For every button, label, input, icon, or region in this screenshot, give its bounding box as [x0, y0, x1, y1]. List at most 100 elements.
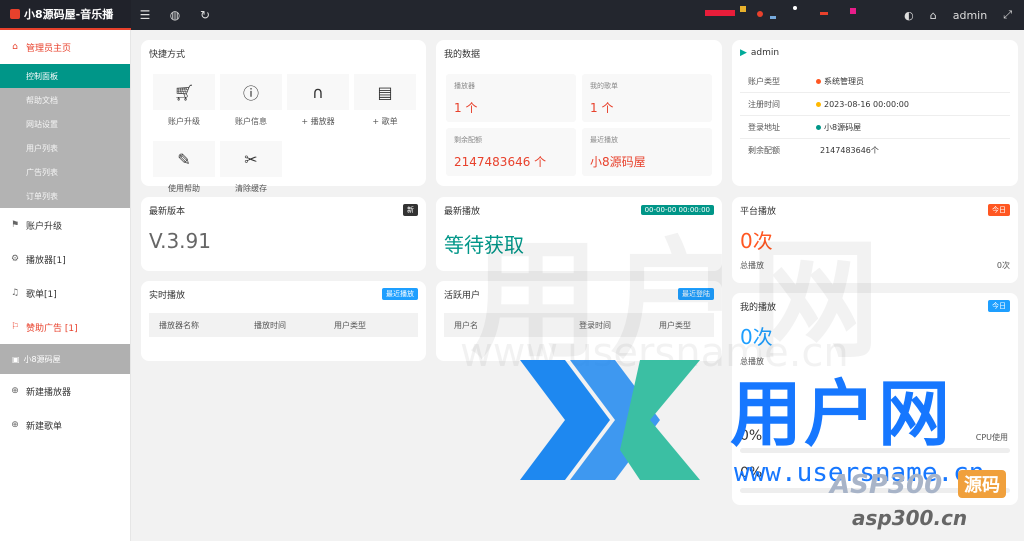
column-header: 播放器名称: [159, 320, 199, 330]
sidebar-item-help-docs[interactable]: 帮助文档: [0, 88, 130, 112]
headphones-icon: ∩: [287, 74, 349, 110]
quick-label: 账户信息: [235, 117, 267, 126]
sidebar-item-dashboard[interactable]: 控制面板: [0, 64, 130, 88]
asp-watermark-url: asp300.cn: [852, 506, 968, 530]
quick-label: + 歌单: [372, 117, 398, 126]
user-name[interactable]: admin: [953, 9, 987, 22]
quick-add-player-button[interactable]: ∩ + 播放器: [287, 74, 349, 136]
sidebar-item-label: 管理员主页: [26, 43, 72, 54]
stat-songlists: 我的歌单 1 个: [582, 74, 712, 122]
account-key: 账户类型: [748, 76, 780, 86]
today-badge: 今日: [988, 300, 1010, 312]
theme-icon[interactable]: ◐: [904, 9, 914, 22]
sidebar-item-label: 播放器[1]: [26, 255, 66, 266]
sidebar-item-label: 账户升级: [26, 221, 63, 232]
account-value: 系统管理员: [824, 76, 864, 86]
table-header: 播放器名称 播放时间 用户类型: [149, 313, 418, 337]
stat-quota: 剩余配额 2147483646 个: [446, 128, 576, 176]
status-dot: [816, 78, 821, 84]
quick-upgrade-button[interactable]: 🛒︎ 账户升级: [153, 74, 215, 136]
account-name: admin: [750, 48, 780, 58]
flag-icon: ⚐: [10, 322, 20, 332]
new-badge: 新: [403, 204, 418, 216]
sidebar-banner: ▣ 小8源码屋: [0, 344, 130, 374]
sidebar-item-site-settings[interactable]: 网站设置: [0, 112, 130, 136]
sidebar-item-upgrade[interactable]: ⚑ 账户升级: [0, 208, 130, 242]
stat-label: 播放器: [454, 82, 475, 90]
sidebar: ⌂ 管理员主页 控制面板 帮助文档 网站设置 用户列表 广告列表 订单列表 ⚑ …: [0, 30, 131, 541]
asp-watermark: ASP300: [830, 470, 943, 500]
sidebar-item-order-list[interactable]: 订单列表: [0, 184, 130, 208]
sidebar-item-ad-list[interactable]: 广告列表: [0, 160, 130, 184]
sidebar-item-user-list[interactable]: 用户列表: [0, 136, 130, 160]
total-play-value: 0次: [996, 261, 1010, 270]
quick-label: 使用帮助: [168, 184, 200, 193]
card-title: ▶ admin: [732, 40, 1018, 66]
sidebar-item-players[interactable]: ⚙ 播放器[1]: [0, 242, 130, 276]
globe-icon[interactable]: ◍: [167, 8, 183, 22]
sidebar-item-ads[interactable]: ⚐ 赞助广告 [1]: [0, 310, 130, 344]
quick-label: 清除缓存: [235, 184, 267, 193]
account-card: ▶ admin 账户类型 系统管理员 注册时间 2023-08-16 00:00…: [732, 40, 1018, 186]
account-value: 小8源码屋: [824, 122, 862, 132]
cpu-label: CPU使用: [975, 433, 1008, 442]
sidebar-submenu: 控制面板 帮助文档 网站设置 用户列表 广告列表 订单列表: [0, 64, 130, 208]
brand-watermark-text: 用户网: [730, 372, 953, 456]
account-value: 2023-08-16 00:00:00: [824, 99, 909, 109]
stat-label: 剩余配额: [454, 136, 482, 144]
clipboard-icon: ▤: [354, 74, 416, 110]
card-title: 快捷方式: [149, 49, 186, 60]
stat-value: 1 个: [590, 101, 614, 115]
sidebar-banner-label: 小8源码屋: [23, 354, 61, 364]
recent-play-badge: 最近播放: [382, 288, 418, 300]
cart-icon: 🛒︎: [153, 74, 215, 110]
my-data-card: 我的数据 播放器 1 个 我的歌单 1 个 剩余配额 2147483646 个 …: [436, 40, 722, 186]
broom-icon: ✂: [220, 141, 282, 177]
menu-toggle-icon[interactable]: ☰: [137, 8, 153, 22]
play-icon: ▶: [740, 48, 747, 58]
info-icon: ⓘ: [220, 74, 282, 110]
sidebar-item-label: 歌单[1]: [26, 289, 57, 300]
top-bar: 小8源码屋-音乐播 ☰ ◍ ↻ ◐ ⌂ admin ⤢: [0, 0, 1024, 30]
quick-help-button[interactable]: ✎ 使用帮助: [153, 141, 215, 203]
column-header: 播放时间: [254, 320, 286, 330]
status-dot: [816, 101, 821, 107]
home-icon: ⌂: [12, 42, 18, 52]
account-key: 注册时间: [748, 99, 780, 109]
plus-circle-icon: ⊕: [11, 386, 19, 396]
stat-recent-play: 最近播放 小8源码屋: [582, 128, 712, 176]
account-row: 注册时间 2023-08-16 00:00:00: [740, 93, 1010, 116]
sidebar-item-home[interactable]: ⌂ 管理员主页: [0, 30, 130, 64]
refresh-icon[interactable]: ↻: [197, 8, 213, 22]
asp-watermark-badge: 源码: [958, 470, 1006, 498]
quick-account-info-button[interactable]: ⓘ 账户信息: [220, 74, 282, 136]
logo-icon: [10, 9, 20, 19]
sidebar-item-songlists[interactable]: ♫ 歌单[1]: [0, 276, 130, 310]
quick-add-list-button[interactable]: ▤ + 歌单: [354, 74, 416, 136]
quick-label: + 播放器: [301, 117, 335, 126]
version-value: V.3.91: [149, 229, 211, 253]
brand-logo-icon: [520, 360, 700, 480]
image-icon: ▣: [12, 354, 20, 364]
version-card: 最新版本 新 V.3.91: [141, 197, 426, 271]
sidebar-item-label: 新建歌单: [26, 421, 63, 432]
account-row: 账户类型 系统管理员: [740, 70, 1010, 93]
sidebar-item-label: 新建播放器: [26, 387, 72, 398]
status-dot: [816, 124, 821, 130]
sidebar-item-new-list[interactable]: ⊕ 新建歌单: [0, 408, 130, 442]
tag-icon[interactable]: ⌂: [930, 9, 937, 22]
card-title: 实时播放: [149, 290, 186, 301]
confetti-decoration: [705, 6, 856, 19]
account-value: 2147483646个: [820, 146, 879, 155]
account-row: 剩余配额 2147483646个: [740, 139, 1010, 162]
quick-clear-cache-button[interactable]: ✂ 清除缓存: [220, 141, 282, 203]
card-title: 最新版本: [149, 206, 186, 217]
card-title-row: 最新版本 新: [141, 197, 426, 223]
card-title-row: 实时播放 最近播放: [141, 281, 426, 307]
stat-label: 最近播放: [590, 136, 618, 144]
cart-icon: ⚑: [10, 220, 20, 230]
stat-players: 播放器 1 个: [446, 74, 576, 122]
sidebar-item-new-player[interactable]: ⊕ 新建播放器: [0, 374, 130, 408]
fullscreen-icon[interactable]: ⤢: [1003, 8, 1012, 22]
app-logo[interactable]: 小8源码屋-音乐播: [0, 0, 131, 30]
